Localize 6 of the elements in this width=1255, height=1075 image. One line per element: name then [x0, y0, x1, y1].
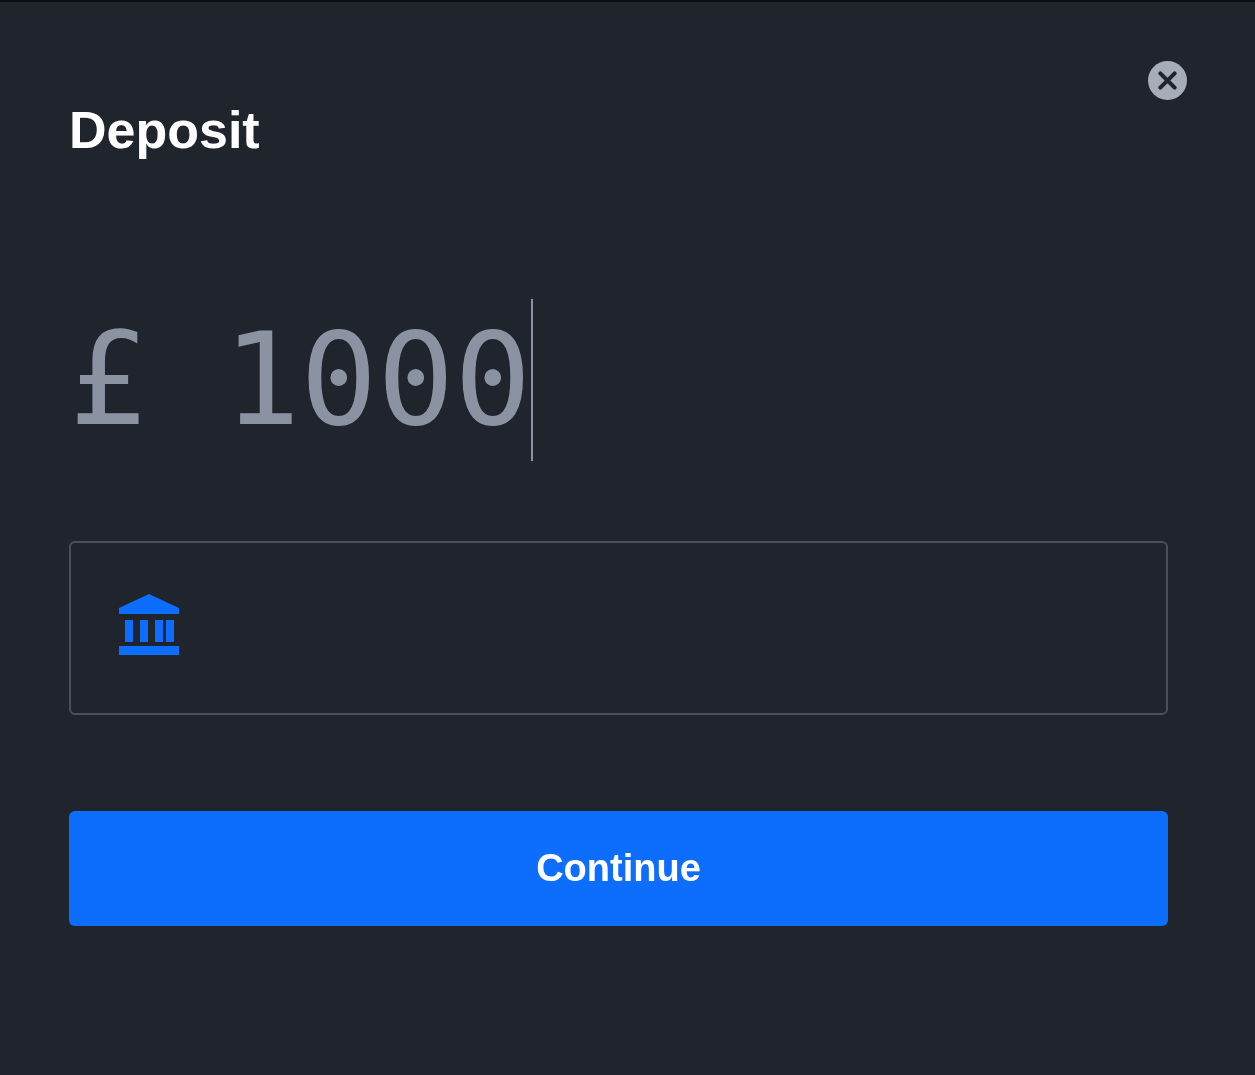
close-icon	[1147, 60, 1188, 101]
payment-method-field[interactable]	[69, 541, 1168, 716]
dialog-title: Deposit	[69, 102, 260, 160]
continue-button[interactable]: Continue	[69, 811, 1168, 927]
amount-field[interactable]: £ 1000	[69, 299, 1168, 462]
close-button[interactable]	[1147, 60, 1188, 101]
